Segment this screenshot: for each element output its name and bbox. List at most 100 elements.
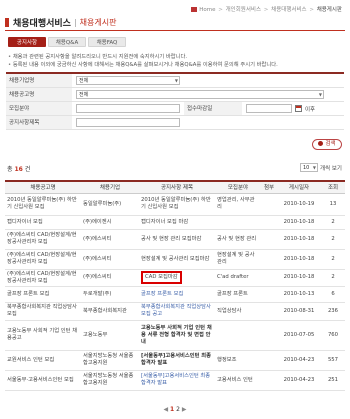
cell-date: 2010-10-18 [277, 269, 321, 287]
cell-posting: 캡디자이너 모집 [5, 215, 81, 230]
type-select[interactable]: 전체 [76, 90, 324, 99]
cell-field: 고용서비스 인턴 [215, 370, 261, 391]
count-suffix: 건 [24, 166, 31, 173]
count-number: 16 [14, 166, 23, 173]
cell-views: 2 [321, 249, 345, 270]
cell-title[interactable]: [서울동부]고용서비스인턴 최종합격자 발표 [139, 370, 215, 391]
page-title-main: 채용대행서비스 [13, 19, 71, 29]
cell-posting: 2010년 동일알루미늄(주) 하반기 신입사원 모집 [5, 193, 81, 216]
tab-qna[interactable]: 채용Q&A [48, 37, 86, 47]
result-count: 총 16 건 [7, 164, 30, 173]
cell-views: 251 [321, 370, 345, 391]
cell-field [215, 215, 261, 230]
cell-field: 영업관리, 사무관리 [215, 193, 261, 216]
cell-date: 2010-08-31 [277, 302, 321, 321]
cell-title[interactable]: CAD 모집마감 [139, 269, 215, 287]
next-page-icon[interactable]: ▶ [182, 406, 187, 413]
cell-posting: 서울동부·고용서비스인턴 모집 [5, 370, 81, 391]
title-input[interactable] [76, 118, 180, 127]
cell-field: 현장설계 및 공사관리 [215, 249, 261, 270]
cell-field [215, 320, 261, 351]
page-title-sub: 채용게시판 [79, 18, 117, 27]
cell-attach [261, 320, 277, 351]
table-row[interactable]: 캡디자이너 모집 (주)에이젠시 캡디자이너 모집 마감 2010-10-18 2 [5, 215, 345, 230]
company-label: 채용기업명 [6, 74, 72, 87]
deadline-input[interactable] [246, 104, 292, 113]
highlighted-title[interactable]: CAD 모집마감 [141, 271, 182, 284]
cell-company: (주)에스씨티 [81, 229, 139, 250]
cell-field: 직업상담사 [215, 302, 261, 321]
cell-views: 760 [321, 320, 345, 351]
col-header: 공지사항 제목 [139, 180, 215, 194]
breadcrumb-item[interactable]: 개인회원서비스 [226, 7, 261, 13]
table-row[interactable]: 서울동부·고용서비스인턴 모집 서울지방노동청 서울종합고용지원 [서울동부]고용서… [5, 370, 345, 391]
prev-page-icon[interactable]: ◀ [163, 406, 168, 413]
cell-title[interactable]: 공사 및 현장 관리 모집마감 [139, 229, 215, 250]
table-row[interactable]: 골프장 프론트 모집 두로개발(주) 골프장 프론트 모집 골프장 프론트 2010-1… [5, 286, 345, 303]
cell-field: 골프장 프론트 [215, 286, 261, 303]
cell-attach [261, 229, 277, 250]
page-link[interactable]: 1 [170, 406, 174, 413]
cell-posting: (주)에스씨티 CAD/현장설계/현장공사관리자 모집 [5, 269, 81, 287]
company-select[interactable]: 전체 [76, 76, 180, 85]
field-input[interactable] [76, 104, 180, 113]
table-row[interactable]: (주)에스씨티 CAD/현장설계/현장공사관리자 모집 (주)에스씨티 현장설계 및… [5, 249, 345, 270]
table-row[interactable]: 2010년 동일알루미늄(주) 하반기 신입사원 모집 동일알루미늄(주) 2010… [5, 193, 345, 216]
breadcrumb-item[interactable]: 채용대행서비스 [271, 7, 306, 13]
cell-attach [261, 370, 277, 391]
cell-company: (주)에스씨티 [81, 269, 139, 287]
cell-title[interactable]: 현장설계 및 공사관리 모집마감 [139, 249, 215, 270]
per-page-label: 개씩 보기 [320, 165, 342, 172]
tab-notice[interactable]: 공지사항 [8, 37, 46, 47]
notice-table: 채용공고명 채용기업 공지사항 제목 모집분야 첨부 게시일자 조회 2010년… [5, 180, 345, 391]
note-line: 채용과 관련된 공지사항을 알려드리오니 반드시 지원전에 숙지하시기 바랍니다… [8, 53, 344, 61]
col-header: 조회 [321, 180, 345, 194]
tab-bar: 공지사항 채용Q&A 채용FAQ [8, 37, 126, 47]
table-row[interactable]: (주)에스씨티 CAD/현장설계/현장공사관리자 모집 (주)에스씨티 CAD 모집… [5, 269, 345, 287]
cell-attach [261, 350, 277, 371]
cell-views: 6 [321, 286, 345, 303]
table-row[interactable]: 북부종합사회복지관 직업상담사 모집 북부종합사회복지관 북부종합사회복지관 직업상… [5, 302, 345, 321]
cell-company: (주)에이젠시 [81, 215, 139, 230]
cell-date: 2010-10-18 [277, 215, 321, 230]
cell-date: 2010-10-19 [277, 193, 321, 216]
cell-title[interactable]: 골프장 프론트 모집 [139, 286, 215, 303]
cell-date: 2010-10-18 [277, 249, 321, 270]
cell-title[interactable]: 2010년 동일알루미늄(주) 하반기 신입사원 모집 [139, 193, 215, 216]
cell-title[interactable]: [서울동부]고용서비스인턴 최종합격자 발표 [139, 350, 215, 371]
search-button[interactable]: 검색 [312, 139, 342, 150]
tab-faq[interactable]: 채용FAQ [88, 37, 126, 47]
calendar-icon[interactable] [295, 105, 302, 112]
notice-text: 채용과 관련된 공지사항을 알려드리오니 반드시 지원전에 숙지하시기 바랍니다… [8, 53, 344, 69]
table-row[interactable]: (주)에스씨티 CAD/현장설계/현장공사관리자 모집 (주)에스씨티 공사 및 현… [5, 229, 345, 250]
col-header: 첨부 [261, 180, 277, 194]
page-title: 채용대행서비스 | 채용게시판 [5, 16, 116, 29]
search-icon [318, 141, 324, 146]
cell-posting: 북부종합사회복지관 직업상담사 모집 [5, 302, 81, 321]
cell-company: 고용노동부 [81, 320, 139, 351]
cell-attach [261, 193, 277, 216]
col-header: 모집분야 [215, 180, 261, 194]
search-form: 채용기업명 전체 채용공고명 전체 모집분야 접수마감일 이후 공지사항제목 [6, 72, 344, 142]
cell-views: 2 [321, 229, 345, 250]
table-row[interactable]: 고용노동부 사회적 기업 인턴 채용공고 고용노동부 고용노동부 사회적 기업 인턴… [5, 320, 345, 351]
field-label: 모집분야 [6, 102, 72, 115]
cell-company: 동일알루미늄(주) [81, 193, 139, 216]
page-link[interactable]: 2 [176, 406, 180, 413]
breadcrumb-home[interactable]: Home [199, 7, 215, 13]
title-bullet [5, 18, 9, 27]
cell-title[interactable]: 캡디자이너 모집 마감 [139, 215, 215, 230]
per-page-select[interactable]: 10 [300, 163, 318, 172]
cell-title[interactable]: 북부종합사회복지관 직업상담사 모집 공고 [139, 302, 215, 321]
cell-views: 13 [321, 193, 345, 216]
cell-views: 2 [321, 269, 345, 287]
cell-posting: 고용노동부 사회적 기업 인턴 채용공고 [5, 320, 81, 351]
cell-title[interactable]: 고용노동부 사회적 기업 인턴 채용 서류 전형 합격자 및 면접 안내 [139, 320, 215, 351]
table-row[interactable]: 교원서비스 인턴 모집 서울지방노동청 서울종합고용지원 [서울동부]고용서비스인턴… [5, 350, 345, 371]
title-divider [5, 30, 345, 31]
cell-posting: (주)에스씨티 CAD/현장설계/현장공사관리자 모집 [5, 249, 81, 270]
cell-company: 북부종합사회복지관 [81, 302, 139, 321]
count-prefix: 총 [7, 166, 13, 173]
cell-views: 236 [321, 302, 345, 321]
deadline-label: 접수마감일 [184, 102, 242, 115]
